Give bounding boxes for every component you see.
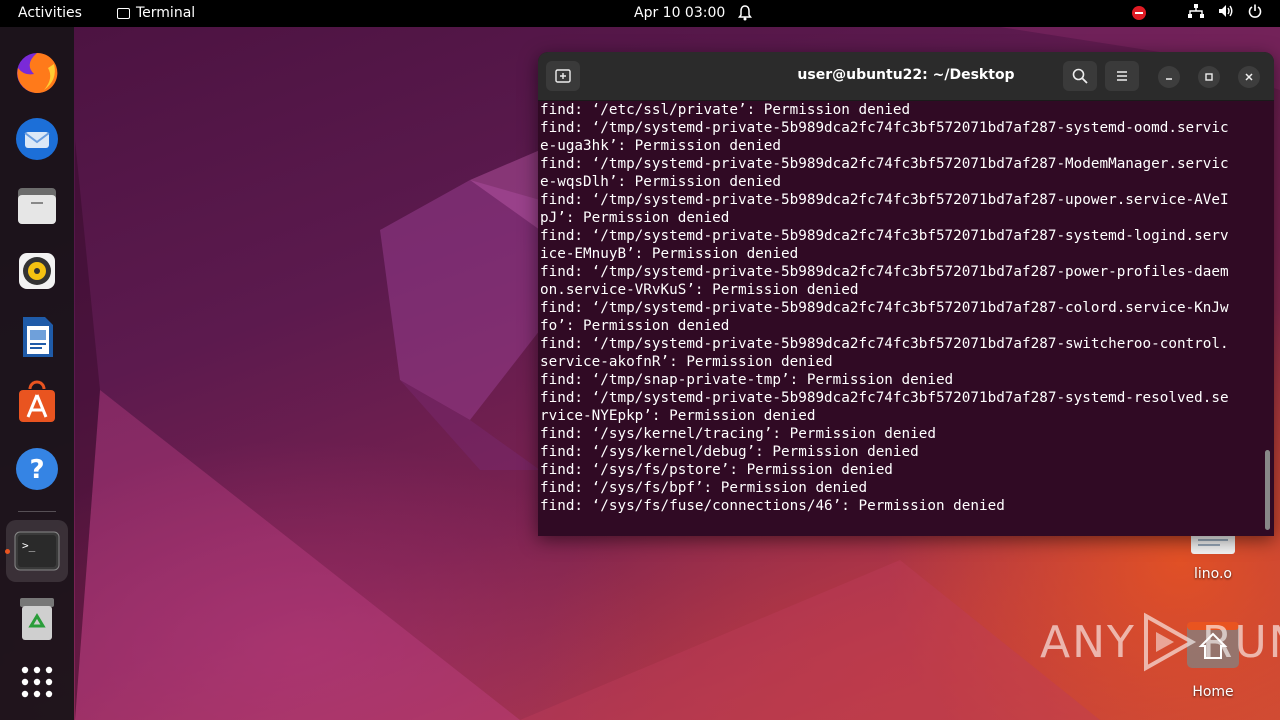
app-menu-label: Terminal — [136, 5, 196, 21]
clock[interactable]: Apr 10 03:00 — [634, 5, 725, 21]
do-not-disturb-icon[interactable] — [1132, 6, 1146, 20]
desktop-icon-label: Home — [1192, 684, 1234, 700]
trash-launcher[interactable] — [12, 594, 62, 644]
terminal-output[interactable]: find: ‘/etc/ssl/private’: Permission den… — [540, 101, 1260, 536]
power-icon[interactable] — [1248, 4, 1262, 22]
system-tray[interactable] — [1132, 4, 1262, 22]
running-indicator — [5, 549, 10, 554]
terminal-line: find: ‘/tmp/systemd-private-5b989dca2fc7… — [540, 120, 1229, 136]
watermark-text-right: RUN — [1201, 616, 1280, 668]
firefox-icon — [17, 52, 58, 93]
volume-icon[interactable] — [1218, 4, 1234, 22]
rhythmbox-icon — [19, 253, 55, 289]
terminal-line: find: ‘/tmp/systemd-private-5b989dca2fc7… — [540, 336, 1229, 352]
activities-button[interactable]: Activities — [18, 5, 82, 21]
terminal-line: find: ‘/tmp/snap-private-tmp’: Permissio… — [540, 372, 954, 388]
terminal-line: find: ‘/etc/ssl/private’: Permission den… — [540, 102, 911, 118]
close-button[interactable] — [1238, 66, 1260, 88]
terminal-line: e-wqsDlh’: Permission denied — [540, 174, 782, 190]
desktop-icon-label: lino.o — [1194, 566, 1232, 582]
terminal-headerbar[interactable]: user@ubuntu22: ~/Desktop — [538, 52, 1274, 101]
dock: ? >_ — [0, 27, 74, 720]
files-icon — [18, 188, 56, 224]
terminal-line: find: ‘/sys/kernel/debug’: Permission de… — [540, 444, 919, 460]
terminal-line: on.service-VRvKuS’: Permission denied — [540, 282, 859, 298]
terminal-line: find: ‘/tmp/systemd-private-5b989dca2fc7… — [540, 264, 1229, 280]
network-icon[interactable] — [1188, 4, 1204, 22]
svg-text:?: ? — [29, 455, 44, 485]
rhythmbox-launcher[interactable] — [12, 246, 62, 296]
search-icon — [1072, 68, 1088, 84]
app-menu[interactable]: Terminal — [117, 5, 195, 21]
firefox-launcher[interactable] — [12, 48, 62, 98]
terminal-line: fo’: Permission denied — [540, 318, 730, 334]
terminal-scrollbar[interactable] — [1265, 450, 1270, 530]
terminal-line: find: ‘/tmp/systemd-private-5b989dca2fc7… — [540, 192, 1229, 208]
search-button[interactable] — [1063, 61, 1097, 91]
notification-bell-icon[interactable] — [738, 5, 752, 25]
terminal-icon: >_ — [14, 531, 60, 571]
files-launcher[interactable] — [12, 180, 62, 230]
terminal-line: pJ’: Permission denied — [540, 210, 730, 226]
dock-separator — [18, 511, 56, 512]
terminal-launcher[interactable]: >_ — [6, 520, 68, 582]
thunderbird-icon — [16, 118, 58, 160]
terminal-line: service-akofnR’: Permission denied — [540, 354, 833, 370]
terminal-line: find: ‘/tmp/systemd-private-5b989dca2fc7… — [540, 228, 1229, 244]
writer-document-icon — [23, 317, 53, 357]
anyrun-watermark: ANY RUN — [1040, 612, 1280, 672]
terminal-line: find: ‘/tmp/systemd-private-5b989dca2fc7… — [540, 300, 1229, 316]
top-bar: Activities Terminal Apr 10 03:00 — [0, 0, 1280, 27]
help-launcher[interactable]: ? — [12, 444, 62, 494]
terminal-small-icon — [117, 7, 130, 19]
terminal-line: find: ‘/tmp/systemd-private-5b989dca2fc7… — [540, 390, 1229, 406]
terminal-line: e-uga3hk’: Permission denied — [540, 138, 782, 154]
watermark-text-left: ANY — [1040, 616, 1136, 668]
menu-button[interactable] — [1105, 61, 1139, 91]
terminal-line: find: ‘/sys/fs/pstore’: Permission denie… — [540, 462, 893, 478]
maximize-button[interactable] — [1198, 66, 1220, 88]
minimize-icon — [1166, 78, 1172, 80]
svg-text:>_: >_ — [22, 539, 36, 552]
terminal-line: find: ‘/tmp/systemd-private-5b989dca2fc7… — [540, 156, 1229, 172]
terminal-line: ice-EMnuyB’: Permission denied — [540, 246, 799, 262]
terminal-line: find: ‘/sys/fs/fuse/connections/46’: Per… — [540, 498, 1005, 514]
minimize-button[interactable] — [1158, 66, 1180, 88]
play-logo-icon — [1143, 612, 1196, 672]
app-center-icon — [19, 380, 55, 422]
libreoffice-writer-launcher[interactable] — [12, 312, 62, 362]
app-grid-icon — [21, 666, 53, 698]
terminal-window[interactable]: user@ubuntu22: ~/Desktop find: ‘/etc/ssl… — [538, 52, 1274, 536]
hamburger-menu-icon — [1117, 71, 1127, 81]
app-center-launcher[interactable] — [12, 378, 62, 428]
terminal-line: rvice-NYEpkp’: Permission denied — [540, 408, 816, 424]
thunderbird-launcher[interactable] — [12, 114, 62, 164]
help-icon: ? — [16, 448, 58, 490]
trash-icon — [20, 598, 54, 640]
terminal-line: find: ‘/sys/kernel/tracing’: Permission … — [540, 426, 936, 442]
terminal-line: find: ‘/sys/fs/bpf’: Permission denied — [540, 480, 868, 496]
show-apps-button[interactable] — [12, 657, 62, 707]
maximize-icon — [1205, 73, 1213, 81]
close-icon — [1245, 73, 1253, 81]
